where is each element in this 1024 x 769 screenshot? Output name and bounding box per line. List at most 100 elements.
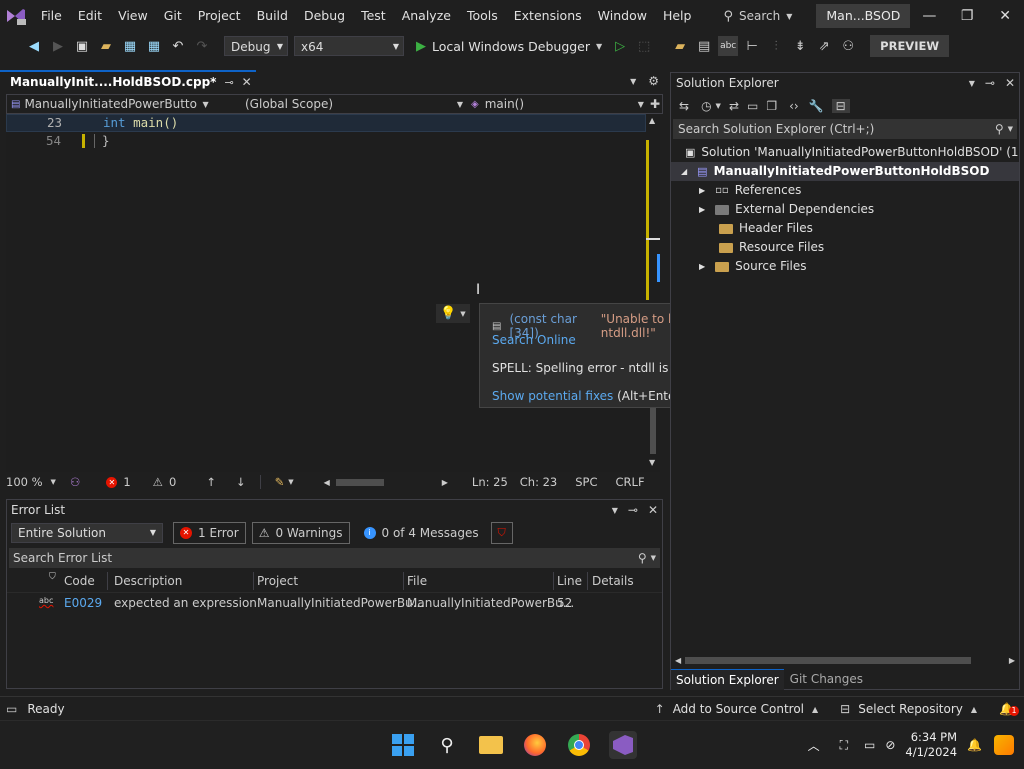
- scroll-left-icon[interactable]: ◀: [675, 656, 681, 665]
- menu-project[interactable]: Project: [190, 0, 249, 32]
- gear-icon[interactable]: ⚙: [648, 74, 659, 88]
- filter-button[interactable]: ⛉: [490, 522, 513, 544]
- pin-icon[interactable]: ⊸: [985, 76, 995, 90]
- zoom-select[interactable]: 100 % ▼: [6, 475, 66, 489]
- tree-item-header-files[interactable]: Header Files: [671, 219, 1019, 238]
- search-online-link[interactable]: Search Online: [492, 333, 576, 347]
- save-icon[interactable]: ▦: [120, 36, 140, 56]
- add-to-source-control-button[interactable]: ↑ Add to Source Control ▲: [655, 702, 819, 716]
- split-icon[interactable]: ✚: [650, 97, 660, 111]
- back-icon[interactable]: ◀: [24, 36, 44, 56]
- menu-test[interactable]: Test: [353, 0, 394, 32]
- scroll-right-icon[interactable]: ▶: [442, 478, 448, 487]
- comment-icon[interactable]: ⫶: [766, 36, 786, 56]
- pin-icon[interactable]: ⊸: [628, 503, 638, 517]
- scroll-down-icon[interactable]: ▼: [649, 458, 655, 467]
- share-icon[interactable]: ⇗: [814, 36, 834, 56]
- minimize-button[interactable]: —: [910, 0, 948, 32]
- editor-vertical-scrollbar[interactable]: ▲ ▼: [646, 114, 660, 472]
- layout-icon[interactable]: ▤: [694, 36, 714, 56]
- brush-icon[interactable]: ✎: [275, 475, 285, 489]
- network-icon[interactable]: ⛶: [840, 738, 848, 753]
- menu-window[interactable]: Window: [590, 0, 655, 32]
- format-icon[interactable]: ⊢: [742, 36, 762, 56]
- column-filter-icon[interactable]: ⛉: [49, 572, 56, 582]
- menu-edit[interactable]: Edit: [70, 0, 110, 32]
- warning-count[interactable]: ⚠ 0: [153, 475, 177, 489]
- messages-filter-button[interactable]: i 0 of 4 Messages: [358, 523, 485, 543]
- wrench-icon[interactable]: 🔧: [809, 99, 824, 113]
- expanded-arrow-icon[interactable]: ◢: [681, 162, 687, 181]
- nav-scope-select[interactable]: (Global Scope) ▼: [221, 97, 463, 111]
- configuration-select[interactable]: Debug ▼: [224, 36, 288, 56]
- copy-icon[interactable]: ❐: [766, 99, 777, 113]
- tree-item-references[interactable]: ▶ ▫▫ References: [671, 181, 1019, 200]
- redo-icon[interactable]: ↷: [192, 36, 212, 56]
- preview-badge[interactable]: PREVIEW: [870, 35, 950, 57]
- forward-icon[interactable]: ▶: [48, 36, 68, 56]
- windows-start-button[interactable]: [389, 731, 417, 759]
- clock[interactable]: 6:34 PM 4/1/2024: [905, 730, 957, 760]
- chevron-down-icon[interactable]: ▼: [630, 77, 636, 86]
- close-window-button[interactable]: ✕: [986, 0, 1024, 32]
- tab-git-changes[interactable]: Git Changes: [784, 669, 869, 689]
- column-line[interactable]: Line: [557, 574, 582, 588]
- close-icon[interactable]: ✕: [1005, 76, 1015, 90]
- error-code-link[interactable]: E0029: [64, 596, 102, 610]
- quick-actions-lightbulb[interactable]: 💡 ▼: [436, 304, 470, 323]
- arrow-down-icon[interactable]: ↓: [236, 475, 246, 489]
- volume-icon[interactable]: ⊘: [885, 738, 895, 752]
- warnings-filter-button[interactable]: ⚠ 0 Warnings: [251, 522, 350, 544]
- column-description[interactable]: Description: [114, 574, 182, 588]
- solution-name-badge[interactable]: Man...BSOD: [816, 4, 911, 28]
- code-editor[interactable]: 23 int main() 54 } 💡 ▼ I: [6, 114, 646, 472]
- chevron-down-icon[interactable]: ▼: [969, 79, 975, 88]
- menu-help[interactable]: Help: [655, 0, 700, 32]
- copilot-icon[interactable]: [994, 735, 1014, 755]
- chevron-down-icon[interactable]: ▼: [716, 102, 721, 110]
- scope-select[interactable]: Entire Solution ▼: [11, 523, 163, 543]
- solution-search-box[interactable]: Search Solution Explorer (Ctrl+;) ⚲ ▼: [673, 119, 1017, 139]
- tree-item-solution[interactable]: ▣ Solution 'ManuallyInitiatedPowerButton…: [671, 143, 1019, 162]
- notification-bell-icon[interactable]: 🔔: [967, 738, 982, 752]
- taskbar-search-button[interactable]: ⚲: [433, 731, 461, 759]
- new-project-icon[interactable]: ▣: [72, 36, 92, 56]
- switch-views-icon[interactable]: ⇆: [679, 99, 689, 113]
- start-debugging-button[interactable]: ▶ Local Windows Debugger ▼: [416, 39, 602, 54]
- arrow-up-icon[interactable]: ↑: [206, 475, 216, 489]
- taskbar-chrome[interactable]: [565, 731, 593, 759]
- menu-tools[interactable]: Tools: [459, 0, 506, 32]
- close-icon[interactable]: ✕: [648, 503, 658, 517]
- taskbar-visual-studio[interactable]: [609, 731, 637, 759]
- column-project[interactable]: Project: [257, 574, 298, 588]
- scroll-thumb[interactable]: [685, 656, 972, 664]
- chevron-down-icon[interactable]: ▼: [612, 506, 618, 515]
- menu-build[interactable]: Build: [249, 0, 296, 32]
- menu-debug[interactable]: Debug: [296, 0, 353, 32]
- nav-file-select[interactable]: ▤ ManuallyInitiatedPowerButtonHc ▼: [7, 97, 221, 111]
- notifications-button[interactable]: 🔔 1: [999, 702, 1019, 716]
- intellicode-icon[interactable]: ⚇: [70, 475, 80, 489]
- scroll-left-icon[interactable]: ◀: [324, 478, 330, 487]
- chevron-up-icon[interactable]: ︿: [808, 737, 820, 754]
- menu-view[interactable]: View: [110, 0, 156, 32]
- error-count[interactable]: ✕ 1: [106, 475, 131, 489]
- select-repository-button[interactable]: ⊟ Select Repository ▲: [840, 702, 977, 716]
- taskbar-firefox[interactable]: [521, 731, 549, 759]
- tab-document[interactable]: ManuallyInit....HoldBSOD.cpp* ⊸ ✕: [0, 70, 256, 92]
- restore-button[interactable]: ❐: [948, 0, 986, 32]
- output-icon[interactable]: ▭: [6, 702, 17, 716]
- history-icon[interactable]: ◷: [701, 99, 711, 113]
- search-button[interactable]: ⚲ Search ▼: [717, 0, 798, 32]
- open-folder-icon[interactable]: ▰: [96, 36, 116, 56]
- solution-horizontal-scrollbar[interactable]: ◀ ▶: [675, 654, 1015, 666]
- scroll-up-icon[interactable]: ▲: [649, 116, 655, 125]
- spell-check-icon[interactable]: abc: [718, 36, 739, 56]
- collapsed-arrow-icon[interactable]: ▶: [699, 257, 705, 276]
- scroll-right-icon[interactable]: ▶: [1009, 656, 1015, 665]
- table-row[interactable]: abc E0029 expected an expression Manuall…: [7, 593, 662, 613]
- taskbar-file-explorer[interactable]: [477, 731, 505, 759]
- profile-icon[interactable]: ⚇: [838, 36, 858, 56]
- save-all-icon[interactable]: ▦: [144, 36, 164, 56]
- menu-analyze[interactable]: Analyze: [394, 0, 459, 32]
